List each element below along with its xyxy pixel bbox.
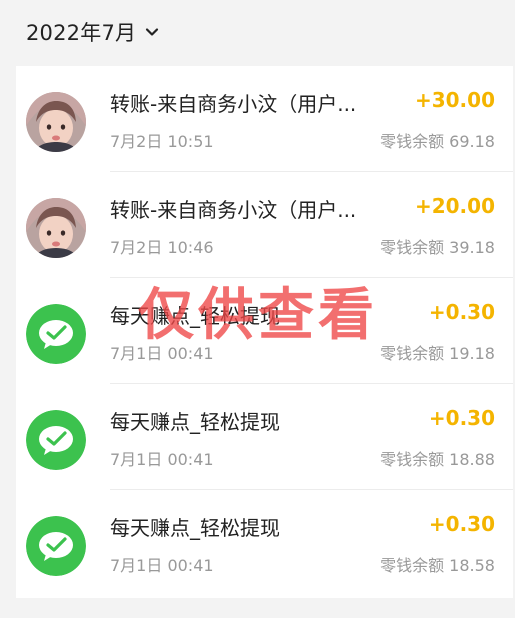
- transaction-row[interactable]: 每天赚点_轻松提现 +0.30 7月1日 00:41 零钱余额 18.88: [16, 384, 513, 490]
- transaction-amount: +0.30: [428, 406, 495, 430]
- balance-text: 零钱余额 19.18: [380, 344, 495, 363]
- balance-text: 零钱余额 69.18: [380, 132, 495, 151]
- transaction-title: 每天赚点_轻松提现: [110, 304, 280, 328]
- transaction-amount: +20.00: [414, 194, 495, 218]
- chevron-down-icon: [144, 24, 160, 40]
- child-photo-avatar: [26, 198, 86, 258]
- balance-text: 零钱余额 18.58: [380, 556, 495, 575]
- transaction-title: 转账-来自商务小汶（用户...: [110, 92, 357, 116]
- transaction-amount: +0.30: [428, 300, 495, 324]
- transaction-time: 7月1日 00:41: [110, 450, 214, 469]
- transaction-title: 每天赚点_轻松提现: [110, 410, 280, 434]
- balance-text: 零钱余额 18.88: [380, 450, 495, 469]
- transaction-amount: +30.00: [414, 88, 495, 112]
- transaction-row[interactable]: 每天赚点_轻松提现 +0.30 7月1日 00:41 零钱余额 19.18: [16, 278, 513, 384]
- transaction-time: 7月1日 00:41: [110, 344, 214, 363]
- transaction-title: 每天赚点_轻松提现: [110, 516, 280, 540]
- transaction-amount: +0.30: [428, 512, 495, 536]
- month-selector[interactable]: 2022年7月: [0, 0, 515, 64]
- transaction-time: 7月2日 10:51: [110, 132, 214, 151]
- transaction-row[interactable]: 转账-来自商务小汶（用户... +30.00 7月2日 10:51 零钱余额 6…: [16, 66, 513, 172]
- child-photo-avatar: [26, 92, 86, 152]
- transaction-time: 7月1日 00:41: [110, 556, 214, 575]
- wechat-icon: [26, 304, 86, 364]
- month-label: 2022年7月: [26, 21, 137, 45]
- wechat-icon: [26, 516, 86, 576]
- transaction-row[interactable]: 转账-来自商务小汶（用户... +20.00 7月2日 10:46 零钱余额 3…: [16, 172, 513, 278]
- transaction-time: 7月2日 10:46: [110, 238, 214, 257]
- transaction-row[interactable]: 每天赚点_轻松提现 +0.30 7月1日 00:41 零钱余额 18.58: [16, 490, 513, 596]
- wechat-icon: [26, 410, 86, 470]
- transaction-title: 转账-来自商务小汶（用户...: [110, 198, 357, 222]
- balance-text: 零钱余额 39.18: [380, 238, 495, 257]
- transaction-list: 转账-来自商务小汶（用户... +30.00 7月2日 10:51 零钱余额 6…: [16, 66, 513, 598]
